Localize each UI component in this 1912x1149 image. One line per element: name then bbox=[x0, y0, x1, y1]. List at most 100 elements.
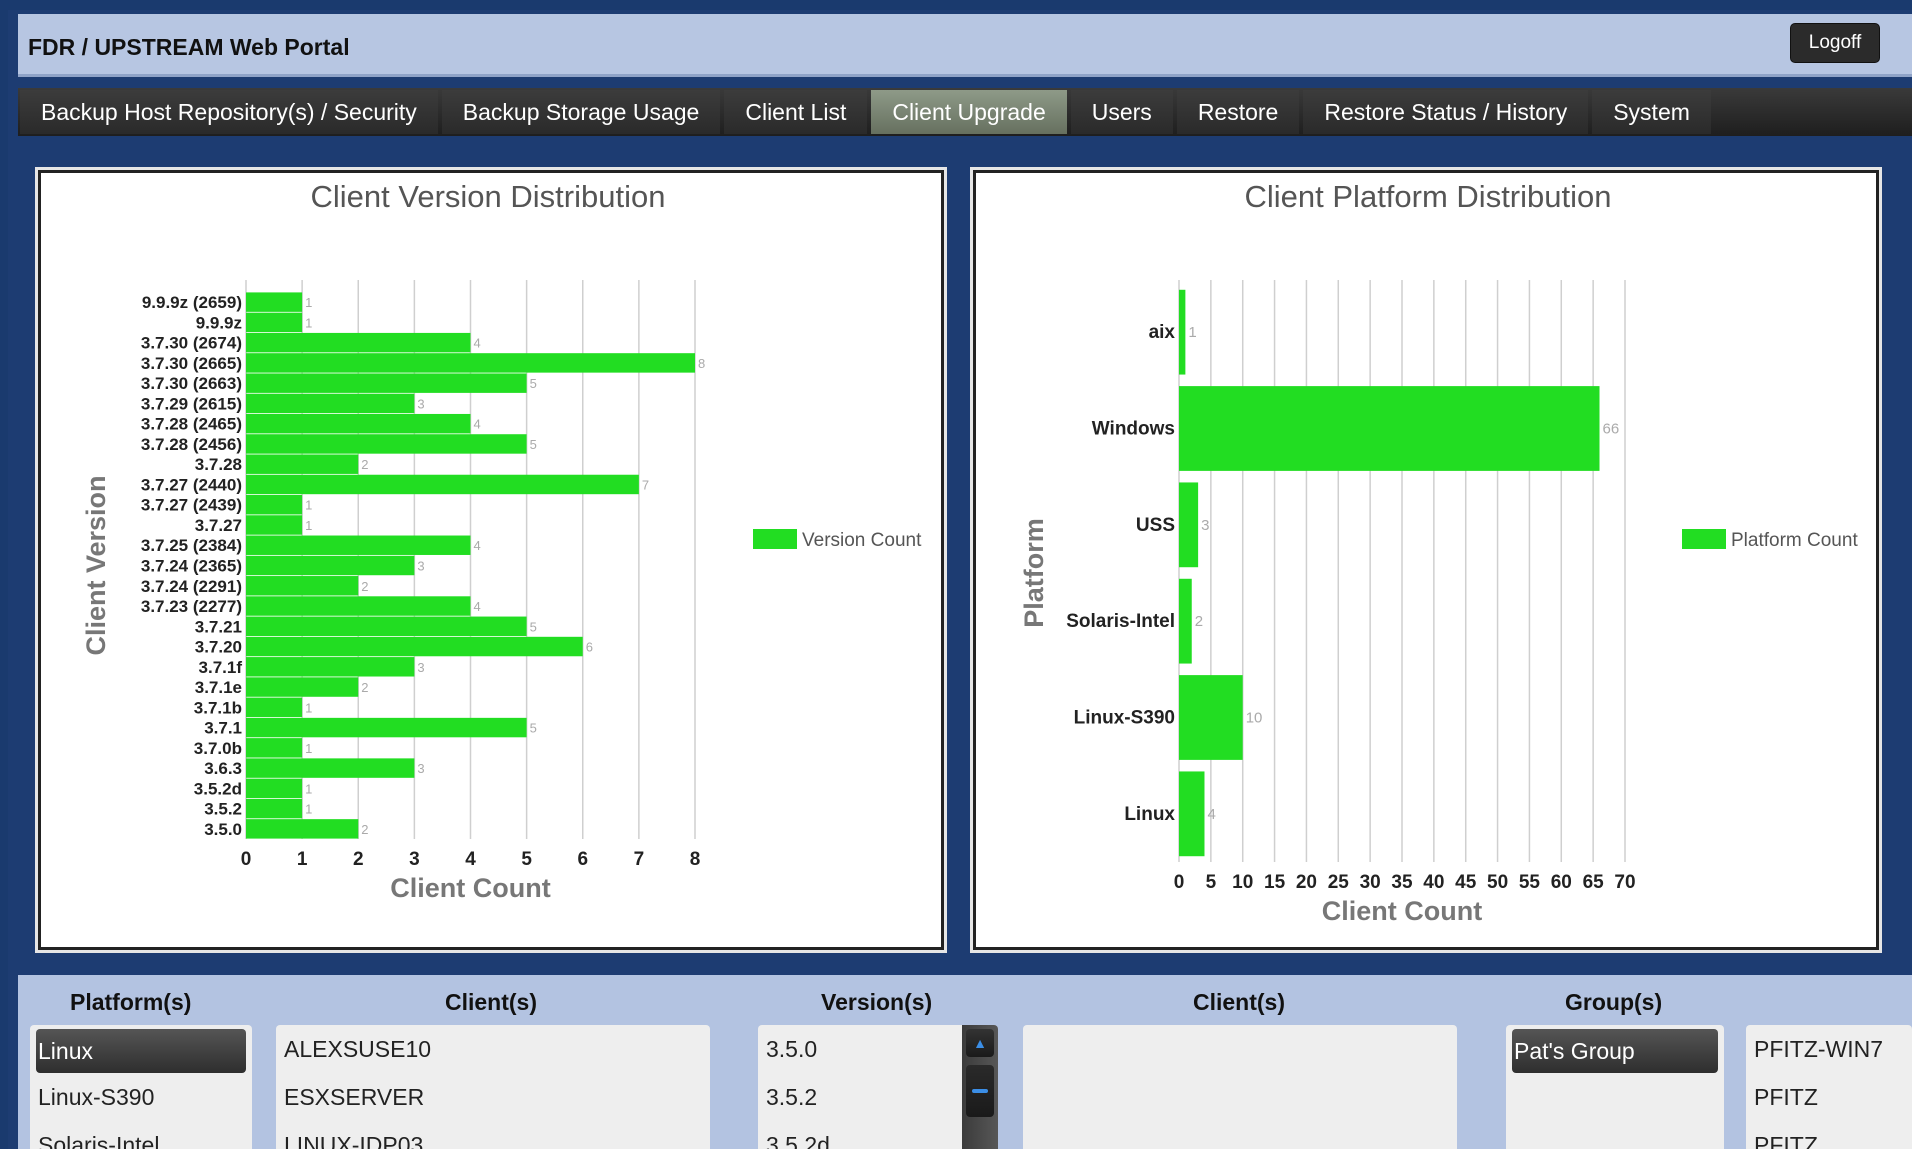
x-tick-label: 65 bbox=[1583, 872, 1605, 893]
x-tick-label: 70 bbox=[1614, 872, 1635, 893]
y-tick-label: 3.5.2 bbox=[204, 800, 242, 819]
y-tick-label: Windows bbox=[1092, 419, 1175, 440]
x-tick-label: 20 bbox=[1296, 872, 1317, 893]
x-axis-label: Client Count bbox=[390, 873, 550, 903]
tab-system[interactable]: System bbox=[1592, 90, 1711, 134]
y-tick-label: 3.5.0 bbox=[204, 820, 242, 839]
scroll-thumb[interactable] bbox=[966, 1065, 994, 1117]
y-tick-label: Linux-S390 bbox=[1074, 708, 1175, 729]
legend-label: Platform Count bbox=[1731, 530, 1858, 551]
tab-backup-host-repository[interactable]: Backup Host Repository(s) / Security bbox=[20, 90, 438, 134]
legend-swatch bbox=[753, 529, 797, 549]
bar bbox=[246, 717, 527, 738]
platforms-list[interactable]: Linux Linux-S390 Solaris-Intel bbox=[30, 1025, 252, 1149]
platform-distribution-chart: Client Platform Distribution 0 5 10 15 20 25 30… bbox=[1019, 179, 1858, 926]
tab-client-list[interactable]: Client List bbox=[724, 90, 868, 134]
tab-restore[interactable]: Restore bbox=[1176, 90, 1300, 134]
tab-users[interactable]: Users bbox=[1070, 90, 1173, 134]
bar bbox=[246, 798, 303, 819]
y-tick-label: 3.7.27 (2439) bbox=[141, 496, 242, 515]
y-tick-label: 3.7.24 (2291) bbox=[141, 577, 242, 596]
chart-title: Client Version Distribution bbox=[311, 179, 666, 214]
list-item[interactable]: ALEXSUSE10 bbox=[276, 1025, 710, 1073]
data-label: 1 bbox=[305, 518, 312, 533]
y-tick-label: 3.7.29 (2615) bbox=[141, 394, 242, 413]
data-label: 1 bbox=[305, 741, 312, 756]
data-label: 2 bbox=[361, 822, 368, 837]
scroll-up-icon[interactable]: ▲ bbox=[966, 1029, 994, 1057]
y-tick-label: 3.7.30 (2663) bbox=[141, 374, 242, 393]
version-distribution-chart: Client Version Distribution 0 1 2 3 4 5 6 7 8 1 9.9… bbox=[81, 179, 922, 903]
clients-header: Client(s) bbox=[445, 989, 537, 1015]
data-label: 4 bbox=[474, 417, 481, 432]
tab-backup-storage-usage[interactable]: Backup Storage Usage bbox=[441, 90, 721, 134]
y-axis-label: Client Version bbox=[81, 475, 111, 655]
clients-list[interactable]: ALEXSUSE10 ESXSERVER LINUX-IDP03 bbox=[276, 1025, 710, 1149]
list-item[interactable]: PFITZ bbox=[1746, 1121, 1912, 1149]
bar bbox=[246, 373, 527, 393]
bar bbox=[246, 413, 471, 434]
bar bbox=[246, 657, 415, 677]
y-tick-label: 3.7.30 (2665) bbox=[141, 354, 242, 373]
list-item[interactable]: PFITZ bbox=[1746, 1073, 1912, 1121]
tab-restore-status-history[interactable]: Restore Status / History bbox=[1303, 90, 1589, 134]
x-tick-label: 35 bbox=[1391, 872, 1413, 893]
clients2-header: Client(s) bbox=[1193, 989, 1285, 1015]
data-label: 1 bbox=[305, 781, 312, 796]
y-tick-label: Solaris-Intel bbox=[1066, 611, 1175, 632]
y-tick-label: 3.7.21 bbox=[195, 617, 242, 636]
version-chart-panel: Client Version Distribution 0 1 2 3 4 5 6 7 8 1 9.9… bbox=[38, 170, 944, 950]
list-item[interactable]: Pat's Group bbox=[1512, 1029, 1718, 1073]
data-label: 5 bbox=[530, 437, 537, 452]
y-tick-label: Linux bbox=[1124, 804, 1175, 825]
y-tick-label: USS bbox=[1136, 515, 1175, 536]
tab-client-upgrade[interactable]: Client Upgrade bbox=[871, 90, 1067, 134]
y-tick-label: 3.7.27 bbox=[195, 516, 242, 535]
data-label: 1 bbox=[1188, 324, 1196, 341]
bar bbox=[246, 332, 471, 353]
versions-scrollbar[interactable]: ▲ bbox=[962, 1025, 998, 1149]
clients2-list[interactable] bbox=[1023, 1025, 1457, 1149]
list-item[interactable]: Linux bbox=[36, 1029, 246, 1073]
list-item[interactable]: Linux-S390 bbox=[30, 1073, 252, 1121]
y-tick-label: 3.7.24 (2365) bbox=[141, 557, 242, 576]
list-item[interactable]: LINUX-IDP03 bbox=[276, 1121, 710, 1149]
y-tick-label: 3.7.30 (2674) bbox=[141, 334, 242, 353]
bar bbox=[246, 535, 471, 555]
data-label: 5 bbox=[530, 721, 537, 736]
nav-bar: Backup Host Repository(s) / Security Bac… bbox=[18, 88, 1912, 136]
versions-list[interactable]: 3.5.0 3.5.2 3.5.2d ▲ bbox=[758, 1025, 998, 1149]
bar bbox=[246, 596, 471, 616]
group-members-list[interactable]: PFITZ-WIN7 PFITZ PFITZ bbox=[1746, 1025, 1912, 1149]
list-item[interactable]: Solaris-Intel bbox=[30, 1121, 252, 1149]
bar bbox=[246, 312, 303, 333]
x-tick-label: 3 bbox=[409, 849, 420, 870]
y-axis-label: Platform bbox=[1019, 518, 1049, 628]
data-label: 66 bbox=[1603, 421, 1620, 438]
data-label: 3 bbox=[417, 396, 424, 411]
data-label: 2 bbox=[361, 579, 368, 594]
x-tick-label: 30 bbox=[1360, 872, 1381, 893]
data-label: 5 bbox=[530, 376, 537, 391]
nav-tabs: Backup Host Repository(s) / Security Bac… bbox=[20, 90, 1711, 134]
bar bbox=[1179, 386, 1600, 471]
list-item[interactable]: ESXSERVER bbox=[276, 1073, 710, 1121]
data-label: 1 bbox=[305, 802, 312, 817]
x-tick-label: 7 bbox=[634, 849, 645, 870]
bar bbox=[1179, 771, 1205, 857]
bar bbox=[246, 677, 359, 697]
groups-list[interactable]: Pat's Group bbox=[1506, 1025, 1724, 1149]
x-tick-label: 40 bbox=[1423, 872, 1444, 893]
bar bbox=[246, 778, 303, 799]
y-tick-label: 3.7.28 (2456) bbox=[141, 435, 242, 454]
logoff-button[interactable]: Logoff bbox=[1790, 23, 1880, 63]
data-label: 2 bbox=[361, 680, 368, 695]
y-tick-label: 3.7.28 bbox=[195, 455, 242, 474]
x-tick-label: 25 bbox=[1328, 872, 1350, 893]
data-label: 3 bbox=[417, 559, 424, 574]
data-label: 6 bbox=[586, 640, 593, 655]
x-tick-label: 10 bbox=[1232, 872, 1253, 893]
bar bbox=[246, 697, 303, 718]
list-item[interactable]: PFITZ-WIN7 bbox=[1746, 1025, 1912, 1073]
x-tick-label: 6 bbox=[577, 849, 588, 870]
